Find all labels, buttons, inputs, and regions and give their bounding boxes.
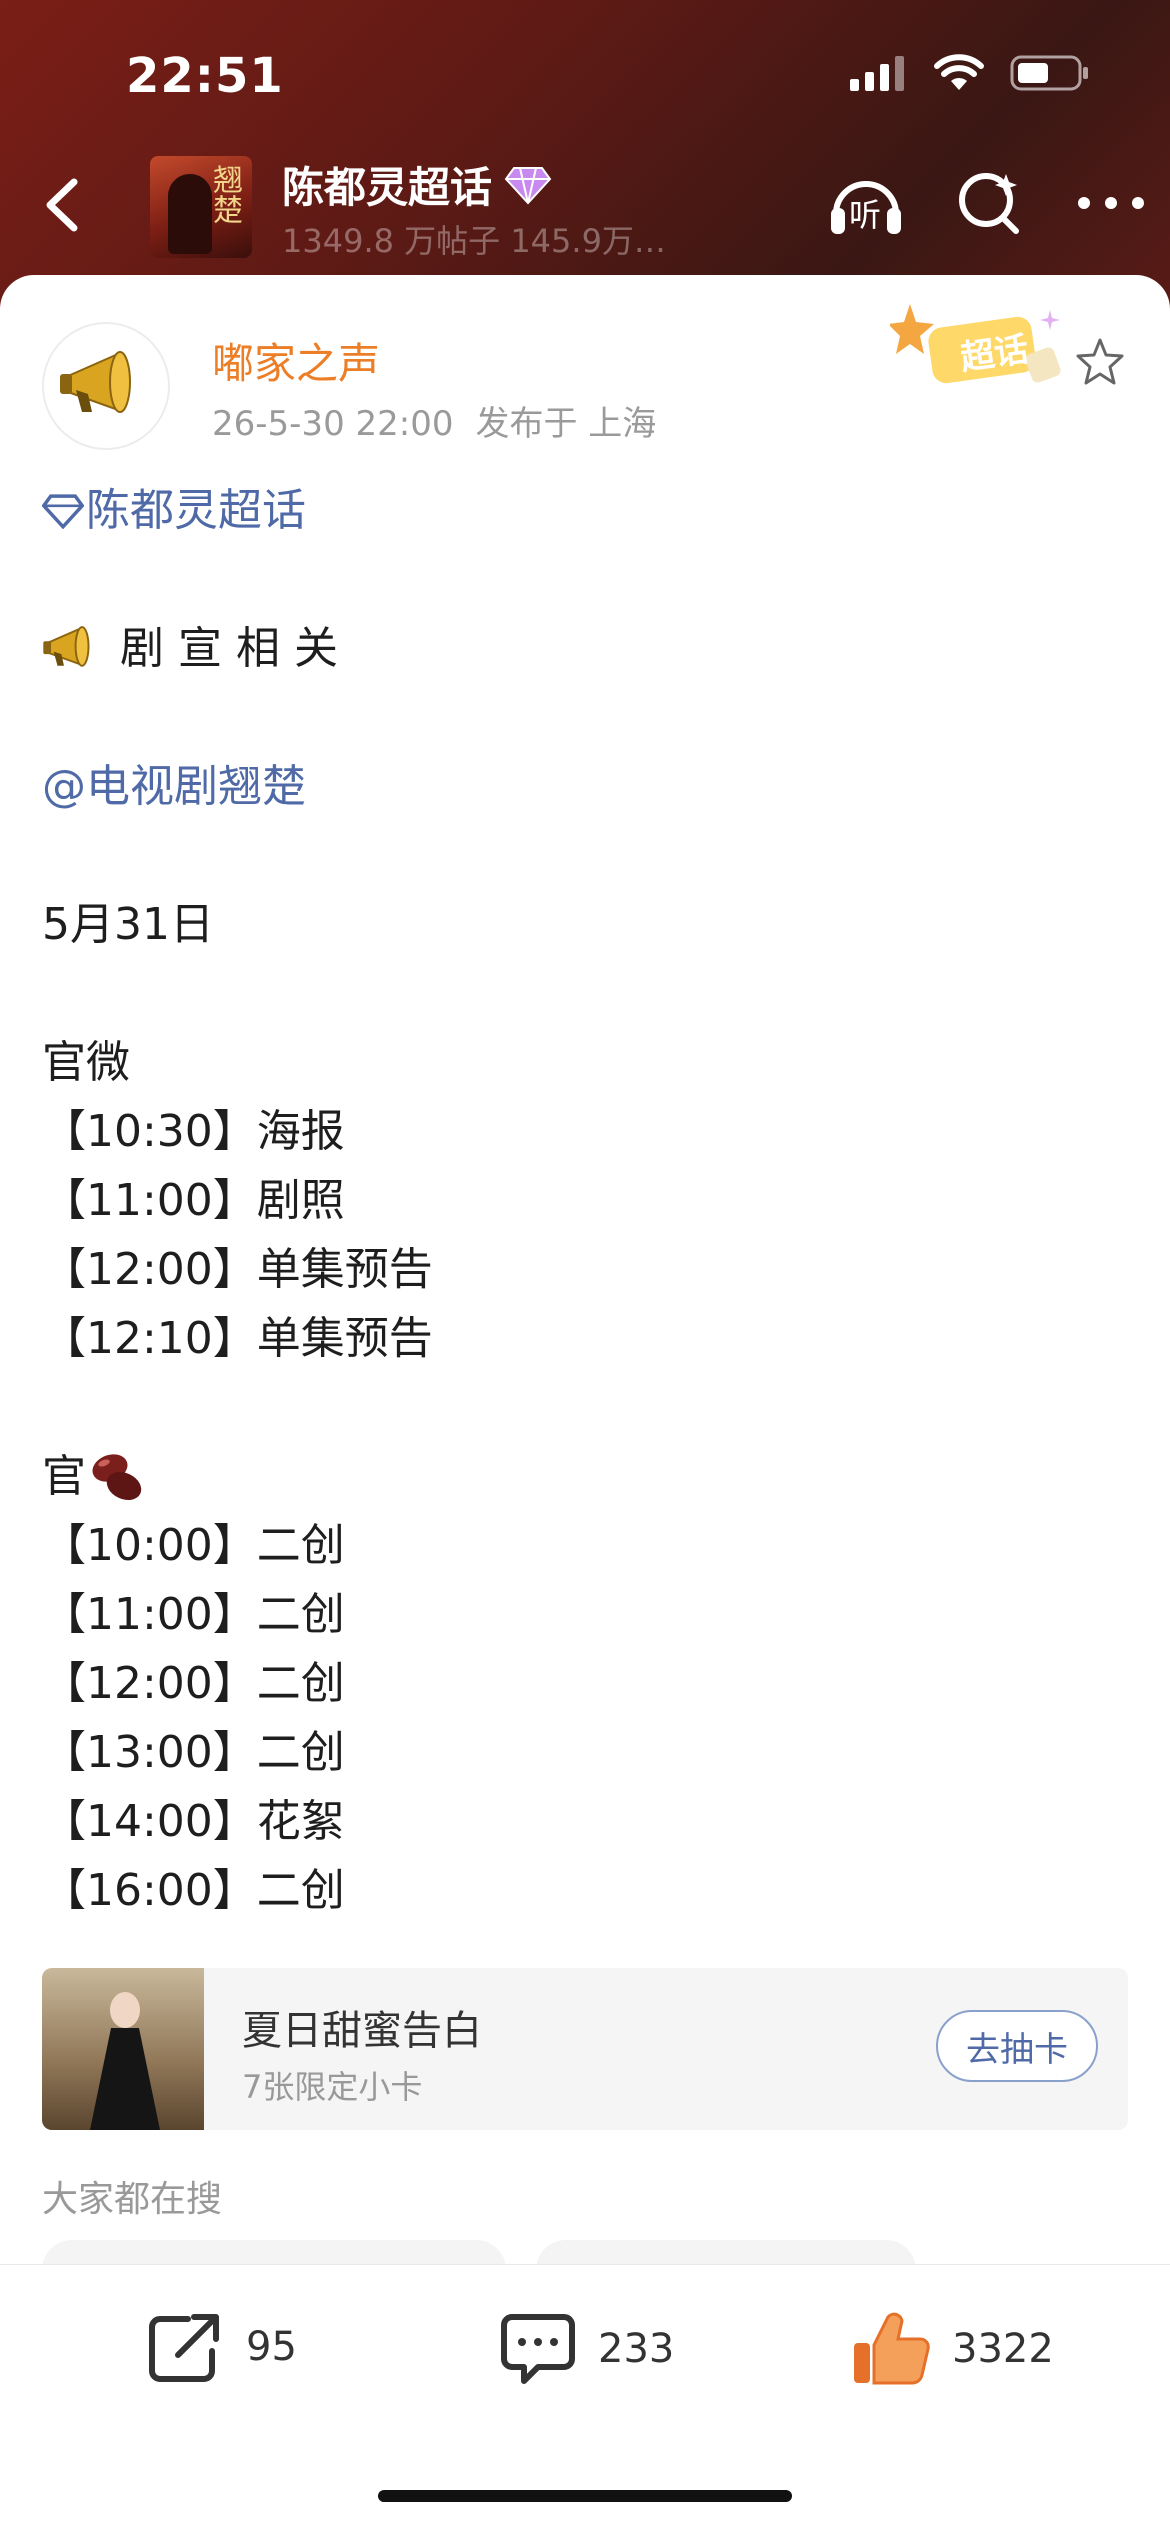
schedule-item: 【10:00】二创	[42, 1520, 345, 1571]
share-count: 95	[246, 2324, 297, 2370]
post-meta: 26-5-30 22:00 发布于 上海	[212, 396, 656, 445]
nav-actions: 听	[826, 168, 1146, 238]
home-indicator	[378, 2490, 792, 2502]
battery-icon	[1010, 55, 1088, 91]
megaphone-icon	[60, 351, 131, 413]
trending-search-title: 大家都在搜	[42, 2179, 223, 2220]
heading-text: 剧 宣 相 关	[120, 623, 338, 674]
diamond-icon	[504, 166, 552, 204]
section-title-text: 官	[42, 1451, 86, 1502]
like-icon	[854, 2312, 930, 2385]
schedule-item: 【12:00】二创	[42, 1658, 345, 1709]
card-promo[interactable]: 夏日甜蜜告白 7张限定小卡 去抽卡	[42, 1968, 1128, 2130]
card-image-head	[110, 1992, 140, 2028]
topic-tag-link[interactable]: 陈都灵超话	[42, 476, 1132, 545]
megaphone-icon	[43, 625, 90, 667]
badge-label: 超话	[958, 329, 1031, 379]
thumb-text: 翘楚	[207, 164, 242, 224]
share-icon	[149, 2314, 219, 2382]
topic-thumbnail[interactable]: 翘楚	[150, 156, 252, 258]
heading-line: 剧 宣 相 关	[42, 614, 1132, 683]
schedule-item: 【10:30】海报	[42, 1106, 345, 1157]
back-icon[interactable]	[28, 170, 98, 240]
comment-count: 233	[598, 2326, 675, 2372]
date-line: 5月31日	[42, 899, 214, 950]
comment-icon	[501, 2314, 575, 2384]
diamond-icon	[42, 493, 84, 529]
search-icon[interactable]	[956, 168, 1026, 238]
schedule-item: 【13:00】二创	[42, 1727, 345, 1778]
topic-tag-text: 陈都灵超话	[86, 485, 306, 536]
share-button[interactable]: 95	[148, 2311, 297, 2383]
comment-button[interactable]: 233	[500, 2311, 674, 2387]
topic-title-text: 陈都灵超话	[282, 163, 493, 212]
draw-card-button[interactable]: 去抽卡	[936, 2010, 1098, 2082]
schedule-item: 【14:00】花絮	[42, 1796, 345, 1847]
post-body: 陈都灵超话 剧 宣 相 关 @电视剧翘楚 5月31日 官微 【10:30】海报 …	[42, 476, 1132, 1925]
wifi-icon	[934, 54, 984, 90]
listen-label: 听	[849, 196, 882, 234]
supertopic-badge: 超话	[888, 300, 1070, 400]
card-subtitle: 7张限定小卡	[242, 2068, 423, 2106]
schedule-item: 【11:00】二创	[42, 1589, 345, 1640]
post-timestamp: 26-5-30 22:00	[212, 404, 454, 444]
listen-button[interactable]: 听	[826, 168, 906, 238]
card-title: 夏日甜蜜告白	[242, 2008, 482, 2054]
schedule-item: 【11:00】剧照	[42, 1175, 345, 1226]
schedule-item: 【12:00】单集预告	[42, 1244, 433, 1295]
like-count: 3322	[952, 2326, 1054, 2372]
avatar[interactable]	[42, 322, 170, 450]
card-image	[42, 1968, 204, 2130]
card-image-dress	[90, 2028, 160, 2130]
schedule-item: 【12:10】单集预告	[42, 1313, 433, 1364]
topic-stats: 1349.8 万帖子 145.9万…	[282, 222, 666, 260]
nav-bar: 翘楚 陈都灵超话 1349.8 万帖子 145.9万… 听	[0, 150, 1170, 260]
topic-title[interactable]: 陈都灵超话	[282, 154, 552, 215]
topic-header: 22:51 翘楚 陈都灵超话 1349.8 万帖子 145.9万… 听	[0, 0, 1170, 320]
beans-emoji	[92, 1453, 142, 1500]
status-icons	[848, 54, 1090, 92]
mention-link[interactable]: @电视剧翘楚	[42, 752, 1132, 821]
section-title-official-weibo: 官微	[42, 1037, 130, 1088]
like-button[interactable]: 3322	[852, 2311, 1054, 2387]
star-icon[interactable]	[1074, 336, 1126, 388]
author-name[interactable]: 嘟家之声	[212, 330, 380, 391]
post-location: 发布于 上海	[475, 404, 657, 444]
signal-icon	[850, 56, 904, 91]
schedule-item: 【16:00】二创	[42, 1865, 345, 1916]
status-time: 22:51	[126, 48, 284, 104]
section-title-official-douyin: 官	[42, 1442, 1132, 1511]
more-icon[interactable]	[1076, 193, 1146, 213]
